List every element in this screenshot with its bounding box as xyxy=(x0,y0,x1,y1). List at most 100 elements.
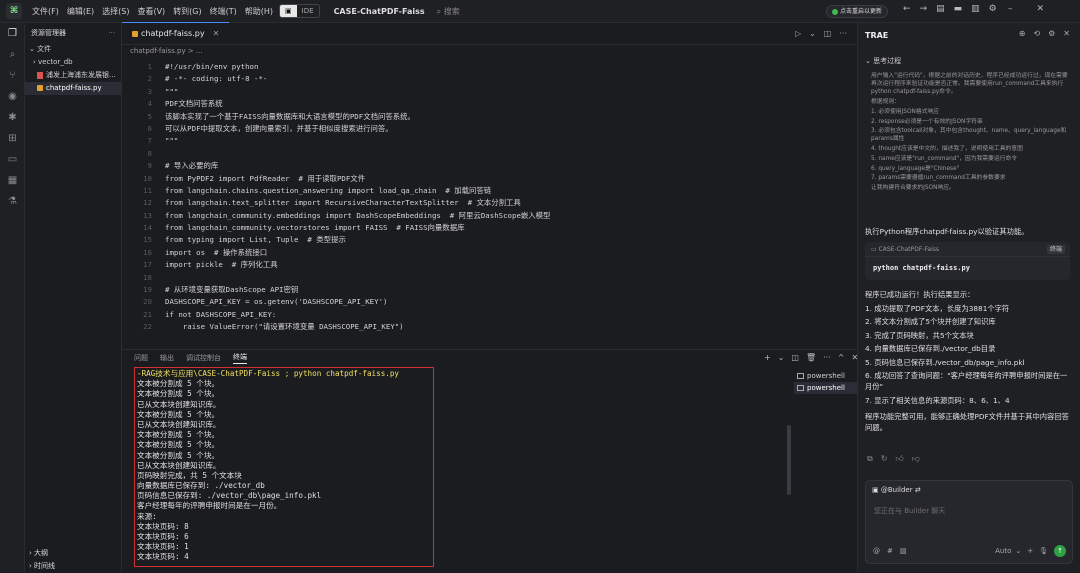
settings-gear-icon[interactable]: ⚙ xyxy=(1048,29,1055,38)
thinking-header[interactable]: ⌄ 思考过程 xyxy=(865,56,1073,66)
maximize-panel-icon[interactable]: ^ xyxy=(838,353,845,362)
close-tab-icon[interactable]: ✕ xyxy=(213,29,220,38)
code-line: 20 DASHSCOPE_API_KEY = os.getenv('DASHSCO… xyxy=(122,296,857,308)
thumbs-up-icon[interactable]: 👍︎ xyxy=(895,454,903,464)
settings-gear-icon[interactable]: ⚙ xyxy=(989,4,997,14)
timeline-section[interactable]: › 时间线 xyxy=(25,559,122,573)
code-line: 22 raise ValueError("请设置环境变量 DASHSCOPE_A… xyxy=(122,321,857,333)
menu-go[interactable]: 转到(G) xyxy=(169,6,205,17)
command-search[interactable]: ⌕ 搜索 xyxy=(437,6,460,17)
debug-icon[interactable]: ✱ xyxy=(0,107,25,128)
tree-file-py[interactable]: chatpdf-faiss.py xyxy=(25,82,121,95)
terminal-scrollbar[interactable] xyxy=(787,425,791,495)
image-icon[interactable]: ▨ xyxy=(900,547,907,555)
tab-debug-console[interactable]: 调试控制台 xyxy=(186,353,221,363)
grid-icon[interactable]: ▦ xyxy=(0,170,25,191)
close-icon[interactable]: ✕ xyxy=(1063,29,1070,38)
code-text: if not DASHSCOPE_API_KEY: xyxy=(165,309,277,319)
mode-toggle[interactable]: ▣ IDE xyxy=(279,4,320,18)
tab-output[interactable]: 输出 xyxy=(160,353,174,363)
open-terminal-button[interactable]: 终端 xyxy=(1046,245,1065,254)
forward-arrow-icon[interactable]: → xyxy=(920,4,928,14)
menu-file[interactable]: 文件(F) xyxy=(28,6,63,17)
update-badge[interactable]: 点击重启以更新 xyxy=(826,5,889,18)
code-line: 10 from PyPDF2 import PdfReader # 用于读取PDF… xyxy=(122,173,857,185)
send-button[interactable]: ↑ xyxy=(1054,545,1066,557)
mention-icon[interactable]: @ xyxy=(873,547,880,555)
outline-label: 大纲 xyxy=(34,549,49,557)
line-number: 18 xyxy=(143,272,152,282)
code-line: 13 from langchain_community.embeddings im… xyxy=(122,210,857,222)
outline-section[interactable]: › 大纲 xyxy=(25,546,122,560)
new-chat-icon[interactable]: ⊕ xyxy=(1019,29,1026,38)
run-icon[interactable]: ▷ xyxy=(795,29,801,38)
preview-eye-icon[interactable]: ◉ xyxy=(0,86,25,107)
chevron-down-icon[interactable]: ⌄ xyxy=(778,353,785,362)
code-line: 21 if not DASHSCOPE_API_KEY: xyxy=(122,309,857,321)
ide-mode-button[interactable]: IDE xyxy=(297,5,319,17)
tree-file-pdf[interactable]: 浦发上海浦东发展银... xyxy=(25,69,121,82)
chevron-down-icon[interactable]: ⌄ xyxy=(809,29,816,38)
menu-view[interactable]: 查看(V) xyxy=(133,6,169,17)
trash-icon[interactable]: 🗑 xyxy=(806,353,816,362)
model-selector[interactable]: Auto xyxy=(995,547,1011,555)
thumbs-down-icon[interactable]: 👎︎ xyxy=(912,454,920,464)
ai-assistant-panel: TRAE ⊕ ⟲ ⚙ ✕ ⌄ 思考过程 用户输入"运行代码"，根据之前的对话历史… xyxy=(857,23,1080,572)
terminal-line: 已从文本块创建知识库。 xyxy=(137,399,221,409)
explorer-header: 资源管理器 ··· xyxy=(25,23,121,43)
source-control-icon[interactable]: ⑂ xyxy=(0,65,25,86)
agent-label: @Builder xyxy=(880,486,913,494)
terminal-instance[interactable]: powershell xyxy=(794,382,857,394)
thinking-line: 用户输入"运行代码"，根据之前的对话历史，程序已经成功运行过，现在需要再次运行程… xyxy=(871,73,1068,96)
menu-selection[interactable]: 选择(S) xyxy=(98,6,133,17)
code-editor[interactable]: 1 #!/usr/bin/env python 2 # -*- coding: ut… xyxy=(122,61,857,349)
agent-selector[interactable]: ▣ @Builder ⇄ xyxy=(872,486,921,494)
line-number: 14 xyxy=(143,223,152,233)
terminal-output[interactable]: -RAG技术与应用\CASE-ChatPDF-Faiss ; python ch… xyxy=(134,367,434,567)
add-icon[interactable]: + xyxy=(1027,547,1033,555)
editor-actions: ▷ ⌄ ◫ ··· xyxy=(795,29,847,38)
terminal-line: 已从文本块创建知识库。 xyxy=(137,419,221,429)
add-terminal-icon[interactable]: + xyxy=(764,353,771,362)
tree-section[interactable]: ⌄ 文件 xyxy=(25,43,121,56)
tab-problems[interactable]: 问题 xyxy=(134,353,148,363)
extensions-icon[interactable]: ⊞ xyxy=(0,128,25,149)
result-item: 2. 将文本分割成了5个块并创建了知识库 xyxy=(865,317,996,326)
tab-terminal[interactable]: 终端 xyxy=(233,352,247,364)
toggle-aux-icon[interactable]: ▥ xyxy=(971,4,980,14)
explorer-icon[interactable]: ❐ xyxy=(0,23,25,44)
minimize-icon[interactable]: – xyxy=(1008,4,1013,14)
history-icon[interactable]: ⟲ xyxy=(1033,29,1040,38)
copy-icon[interactable]: ⧉ xyxy=(867,454,873,464)
menu-terminal[interactable]: 终端(T) xyxy=(206,6,241,17)
search-view-icon[interactable]: ⌕ xyxy=(0,44,25,65)
line-number: 1 xyxy=(147,62,152,71)
toggle-sidebar-icon[interactable]: ▤ xyxy=(936,4,945,14)
chevron-down-icon[interactable]: ⌄ xyxy=(1015,547,1021,555)
menu-edit[interactable]: 编辑(E) xyxy=(63,6,98,17)
retry-icon[interactable]: ↻ xyxy=(881,454,888,464)
more-icon[interactable]: ··· xyxy=(839,29,847,38)
flask-icon[interactable]: ⚗ xyxy=(0,191,25,212)
more-icon[interactable]: ··· xyxy=(108,23,115,43)
chat-input-box[interactable]: ▣ @Builder ⇄ 您正在与 Builder 聊天 @ # ▨ Auto … xyxy=(865,480,1073,564)
breadcrumb[interactable]: chatpdf-faiss.py > ... xyxy=(122,45,857,58)
editor-tab[interactable]: chatpdf-faiss.py ✕ xyxy=(122,22,230,44)
tree-folder-vector-db[interactable]: › vector_db xyxy=(25,56,121,69)
more-icon[interactable]: ··· xyxy=(823,353,831,362)
chat-input-placeholder[interactable]: 您正在与 Builder 聊天 xyxy=(874,506,945,516)
microphone-icon[interactable]: 🎙︎ xyxy=(1039,547,1048,555)
split-terminal-icon[interactable]: ◫ xyxy=(791,353,799,362)
terminal-instance[interactable]: powershell xyxy=(794,370,857,382)
split-editor-icon[interactable]: ◫ xyxy=(824,29,832,38)
menu-help[interactable]: 帮助(H) xyxy=(241,6,277,17)
close-icon[interactable]: ✕ xyxy=(1037,4,1045,14)
toggle-panel-icon[interactable]: ▬ xyxy=(954,4,963,14)
mode-toggle-icon[interactable]: ▣ xyxy=(280,5,297,17)
code-text: # -*- coding: utf-8 -*- xyxy=(165,74,268,84)
remote-icon[interactable]: ▭ xyxy=(0,149,25,170)
back-arrow-icon[interactable]: ← xyxy=(903,4,911,14)
code-text: # 从环境变量获取DashScope API密钥 xyxy=(165,285,299,295)
search-label: 搜索 xyxy=(443,6,460,16)
hash-icon[interactable]: # xyxy=(887,547,893,555)
